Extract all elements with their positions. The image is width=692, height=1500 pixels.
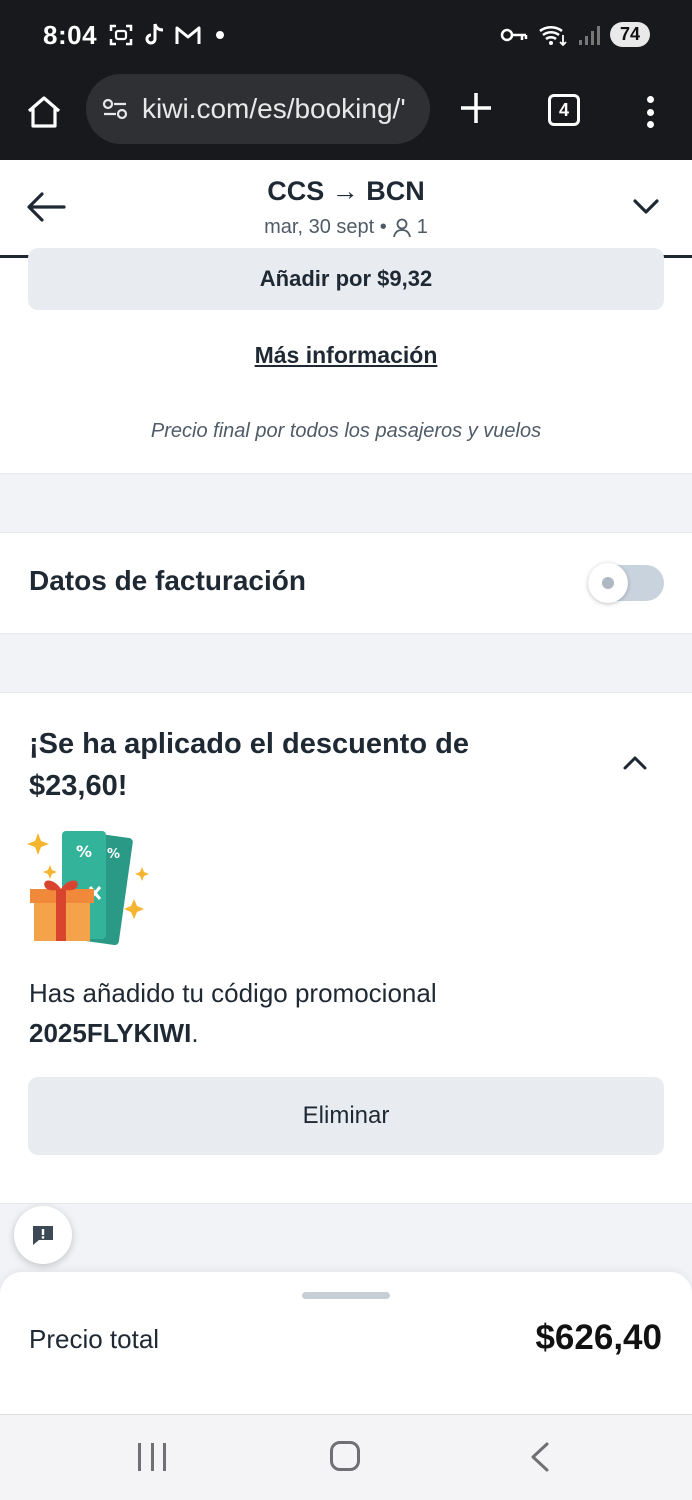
- back-icon[interactable]: [528, 1441, 552, 1473]
- notification-dot: [216, 31, 224, 39]
- tiktok-icon: [145, 23, 164, 45]
- status-bar: 8:04 74: [0, 0, 692, 74]
- plus-icon[interactable]: [458, 90, 494, 126]
- billing-toggle[interactable]: [588, 563, 664, 603]
- svg-text:%: %: [76, 842, 92, 861]
- key-icon: [500, 28, 528, 41]
- svg-text:%: %: [107, 847, 120, 862]
- promo-period: .: [191, 1018, 199, 1048]
- feedback-icon: [33, 1226, 53, 1245]
- url-text: kiwi.com/es/booking/': [142, 93, 406, 124]
- battery-indicator: 74: [609, 22, 650, 47]
- system-navigation-bar: [0, 1414, 692, 1500]
- screenshot-icon: [109, 24, 133, 46]
- tab-switcher-button[interactable]: 4: [548, 94, 580, 126]
- addon-section: Añadir por $9,32 Más información Precio …: [0, 248, 692, 474]
- wifi-icon: [539, 25, 567, 46]
- billing-label: Datos de facturación: [29, 565, 306, 596]
- chevron-down-icon[interactable]: [632, 196, 660, 218]
- status-right-icons: 74: [500, 22, 650, 47]
- price-summary-sheet[interactable]: Precio total $626,40: [0, 1272, 692, 1414]
- chevron-up-icon[interactable]: [622, 753, 648, 773]
- discount-section: ¡Se ha aplicado el descuento de $23,60! …: [0, 692, 692, 1204]
- site-settings-icon[interactable]: [102, 97, 128, 121]
- promo-description: Has añadido tu código promocional: [29, 978, 437, 1008]
- more-info-link[interactable]: Más información: [0, 342, 692, 369]
- status-time: 8:04: [43, 20, 98, 50]
- discount-title: ¡Se ha aplicado el descuento de $23,60!: [29, 728, 469, 802]
- final-price-note: Precio final por todos los pasajeros y v…: [150, 420, 542, 442]
- browser-toolbar: kiwi.com/es/booking/' 4: [0, 74, 692, 160]
- booking-header: CCS → BCN mar, 30 sept • 1: [0, 160, 692, 258]
- address-bar[interactable]: kiwi.com/es/booking/': [86, 74, 430, 144]
- more-menu-icon[interactable]: [640, 92, 660, 132]
- person-icon: [392, 218, 411, 237]
- status-left-icons: [108, 22, 224, 48]
- total-price-label: Precio total: [29, 1324, 160, 1354]
- gmail-icon: [175, 26, 201, 44]
- recent-apps-icon[interactable]: [138, 1443, 166, 1471]
- home-icon[interactable]: [24, 92, 64, 132]
- promo-code: 2025FLYKIWI: [29, 1018, 192, 1048]
- trip-date: mar, 30 sept •: [264, 216, 387, 238]
- tab-count: 4: [558, 99, 569, 120]
- add-service-button[interactable]: Añadir por $9,32: [28, 248, 664, 310]
- gift-voucher-illustration: % %: [27, 831, 149, 946]
- sheet-handle[interactable]: [302, 1292, 390, 1299]
- passenger-count: 1: [416, 216, 428, 238]
- toggle-knob: [588, 563, 628, 603]
- billing-section: Datos de facturación: [0, 532, 692, 634]
- trip-summary: mar, 30 sept • 1: [0, 216, 692, 239]
- feedback-button[interactable]: [14, 1206, 72, 1264]
- remove-promo-button[interactable]: Eliminar: [28, 1077, 664, 1155]
- route-title: CCS → BCN: [267, 176, 425, 206]
- signal-icon: [578, 25, 600, 45]
- total-price-value: $626,40: [535, 1318, 662, 1357]
- home-button-icon[interactable]: [330, 1441, 360, 1471]
- promo-message: Has añadido tu código promocional 2025FL…: [29, 973, 437, 1053]
